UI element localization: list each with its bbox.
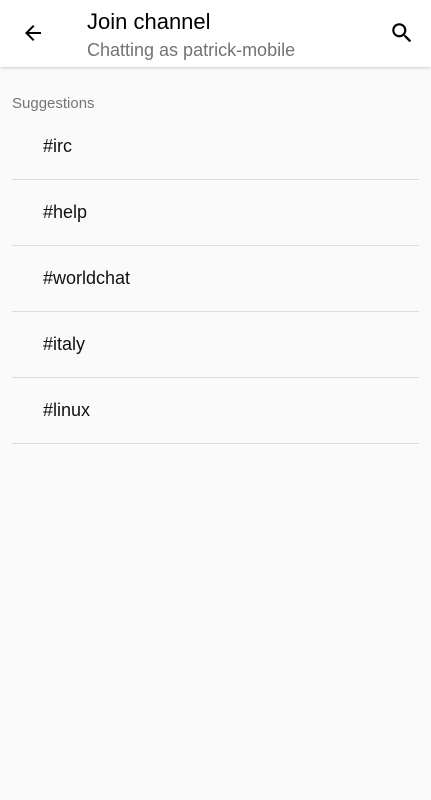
channel-name: #worldchat xyxy=(43,268,131,288)
page-subtitle: Chatting as patrick-mobile xyxy=(87,40,296,60)
list-item[interactable]: #help xyxy=(12,180,419,246)
arrow-left-icon xyxy=(25,25,41,41)
list-item[interactable]: #worldchat xyxy=(12,246,419,312)
search-icon xyxy=(392,23,412,43)
list-item[interactable]: #irc xyxy=(12,114,419,180)
channel-name: #irc xyxy=(43,136,73,156)
app-bar: Join channel Chatting as patrick-mobile xyxy=(0,0,431,67)
page-title: Join channel xyxy=(87,9,211,34)
section-header: Suggestions xyxy=(12,95,95,112)
search-button[interactable] xyxy=(380,11,424,55)
channel-name: #linux xyxy=(43,400,91,420)
channel-name: #italy xyxy=(43,334,86,354)
channel-name: #help xyxy=(43,202,88,222)
list-item[interactable]: #italy xyxy=(12,312,419,378)
list-item[interactable]: #linux xyxy=(12,378,419,444)
back-button[interactable] xyxy=(11,11,55,55)
channel-list: #irc #help #worldchat #italy #linux xyxy=(12,114,419,444)
